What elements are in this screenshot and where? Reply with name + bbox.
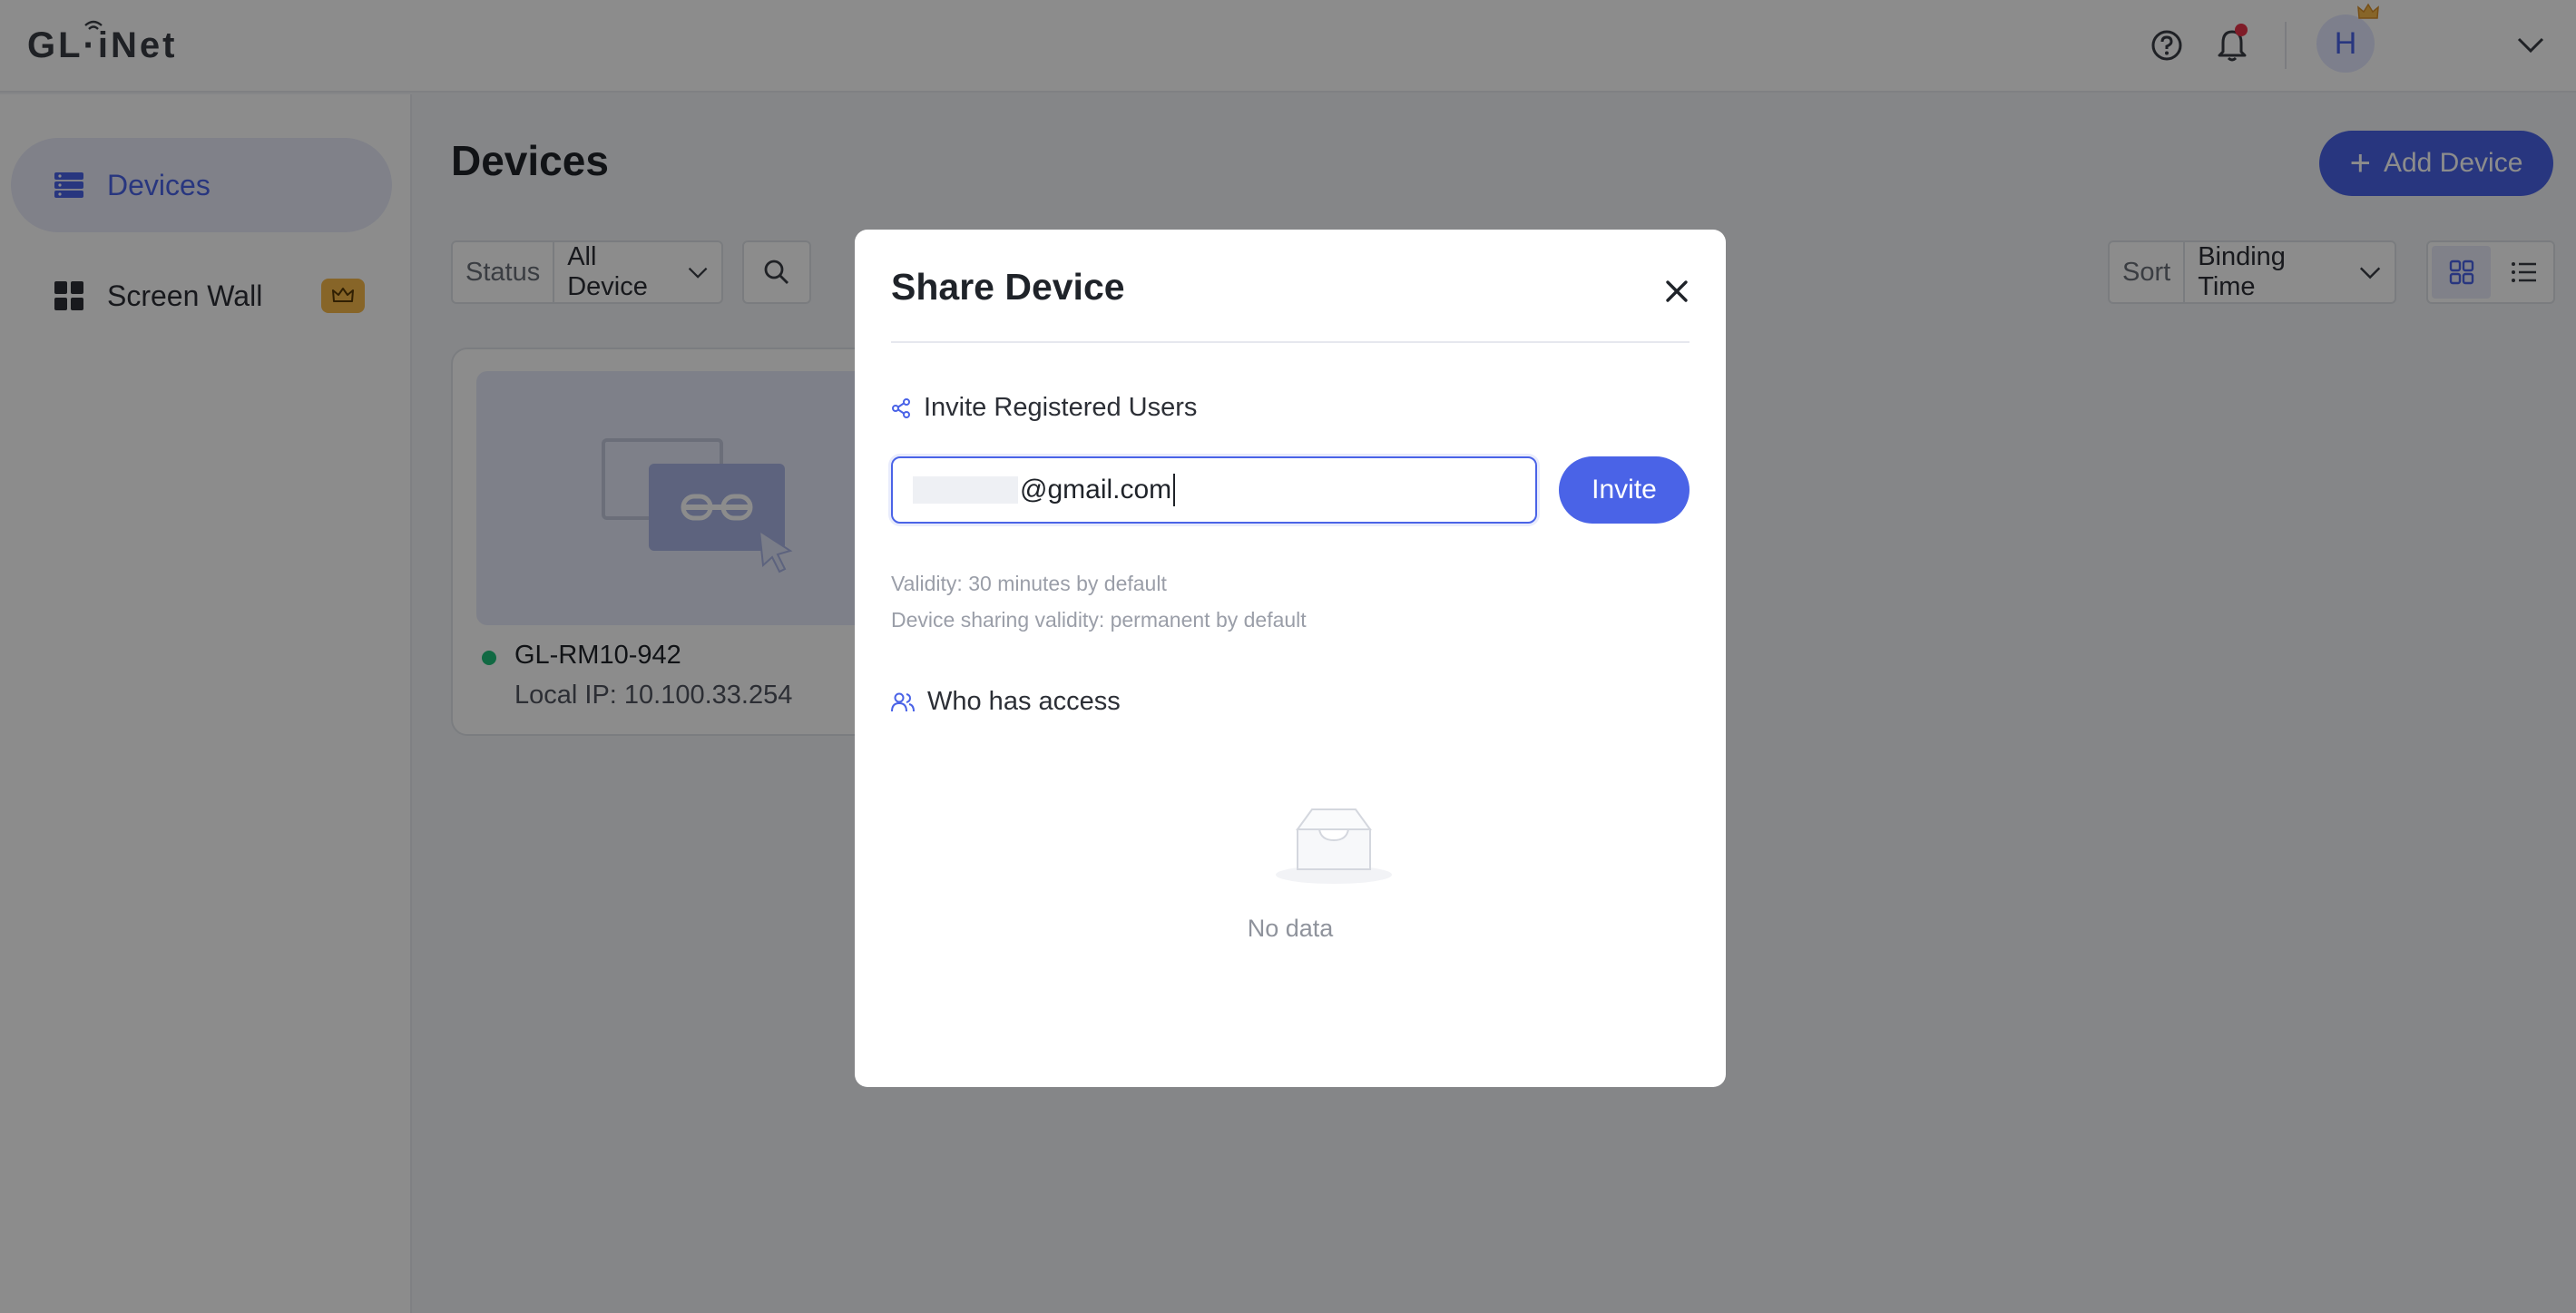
users-icon: [891, 692, 915, 711]
sharing-validity-hint: Device sharing validity: permanent by de…: [891, 608, 1307, 632]
redacted-text: [913, 476, 1018, 504]
text-caret: [1173, 474, 1176, 506]
email-input[interactable]: @gmail.com: [891, 456, 1537, 524]
access-section-header: Who has access: [891, 687, 1121, 717]
empty-inbox-icon: [1276, 808, 1392, 884]
empty-state-text: No data: [1247, 915, 1334, 942]
invite-button[interactable]: Invite: [1559, 456, 1690, 524]
modal-divider: [891, 341, 1690, 343]
share-icon: [892, 397, 910, 418]
modal-title: Share Device: [891, 266, 1125, 308]
validity-hint: Validity: 30 minutes by default: [891, 572, 1167, 595]
email-input-value: @gmail.com: [1020, 475, 1172, 505]
share-device-modal: Share Device Invite Registered Users @gm…: [855, 230, 1726, 1087]
invite-section-header: Invite Registered Users: [891, 393, 1197, 423]
close-icon: [1666, 280, 1688, 302]
access-section-title: Who has access: [927, 687, 1121, 716]
close-button[interactable]: [1653, 268, 1700, 315]
invite-section-title: Invite Registered Users: [924, 393, 1198, 422]
